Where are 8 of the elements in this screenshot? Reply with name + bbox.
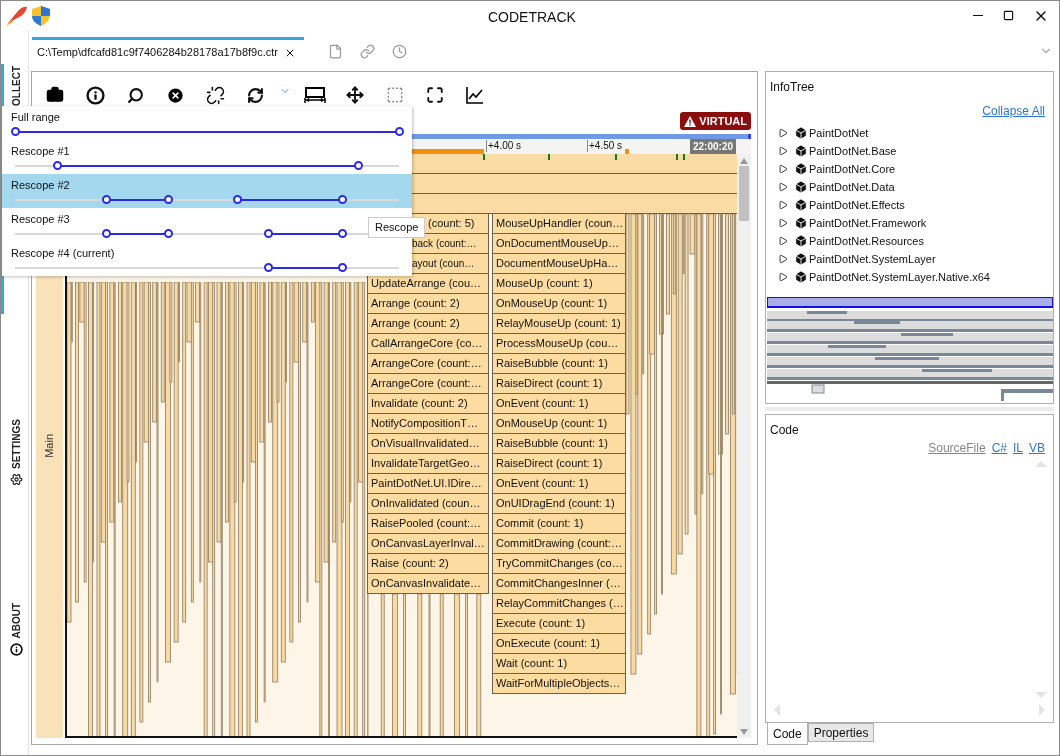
window-title: CODETRACK <box>488 8 576 27</box>
current-time-label: 22:00:20 <box>689 139 736 154</box>
panel-title: Code <box>769 422 800 439</box>
ruler-tick-label: +4.50 s <box>587 140 623 152</box>
panel-title: InfoTree <box>769 79 816 96</box>
virtual-badge: VIRTUAL <box>680 112 751 130</box>
tooltip: Rescope <box>368 217 426 238</box>
ruler-tick-label: +4.00 s <box>486 140 522 152</box>
